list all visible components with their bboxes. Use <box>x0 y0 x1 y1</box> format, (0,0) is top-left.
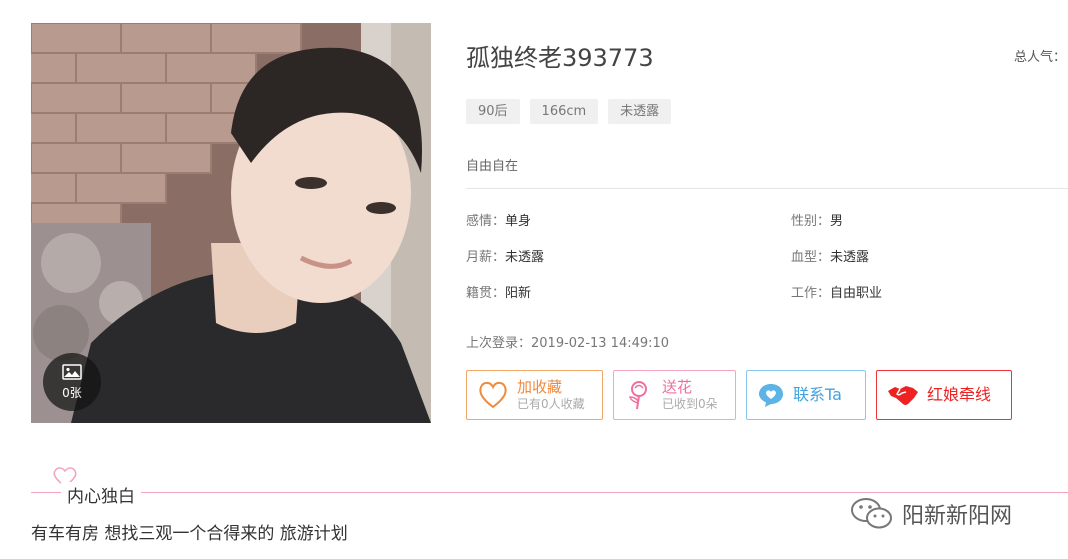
info-key: 工作： <box>791 286 831 301</box>
flower-label: 送花 <box>662 378 693 396</box>
info-value: 自由职业 <box>830 286 883 301</box>
popularity-label: 总人气： <box>1013 50 1066 65</box>
chat-heart-icon <box>757 381 785 409</box>
info-hometown: 籍贯：阳新 <box>466 282 531 301</box>
info-value: 阳新 <box>505 286 532 301</box>
photo-count-badge[interactable]: 0张 <box>43 353 101 411</box>
profile-motto: 自由自在 <box>466 159 519 174</box>
info-value: 单身 <box>505 214 532 229</box>
divider <box>466 188 1068 189</box>
info-key: 感情： <box>466 214 506 229</box>
info-emotion: 感情：单身 <box>466 210 531 229</box>
matchmaker-label: 红娘牵线 <box>927 385 992 404</box>
tag-age: 90后 <box>466 99 520 124</box>
tag-height: 166cm <box>529 99 599 124</box>
info-value: 未透露 <box>505 250 545 265</box>
contact-button[interactable]: 联系Ta <box>746 370 866 420</box>
handshake-icon <box>887 383 919 407</box>
info-key: 性别： <box>791 214 831 229</box>
contact-label: 联系Ta <box>793 385 842 404</box>
info-key: 血型： <box>791 250 831 265</box>
info-blood: 血型：未透露 <box>791 246 869 265</box>
wechat-icon <box>850 497 894 531</box>
favorite-count: 已有0人收藏 <box>517 397 585 411</box>
info-job: 工作：自由职业 <box>791 282 882 301</box>
info-value: 未透露 <box>830 250 870 265</box>
profile-tags: 90后 166cm 未透露 <box>466 99 672 124</box>
info-value: 男 <box>830 214 844 229</box>
section-divider <box>31 492 1068 493</box>
watermark-text: 阳新新阳网 <box>902 504 1013 529</box>
favorite-button[interactable]: 加收藏 已有0人收藏 <box>466 370 603 420</box>
flower-count: 已收到0朵 <box>662 397 718 411</box>
info-key: 月薪： <box>466 250 506 265</box>
heart-icon <box>477 380 509 410</box>
last-login: 上次登录：2019-02-13 14:49:10 <box>466 336 670 351</box>
favorite-label: 加收藏 <box>517 378 563 396</box>
rose-icon <box>624 379 654 411</box>
wechat-watermark: 阳新新阳网 <box>850 497 1012 531</box>
info-salary: 月薪：未透露 <box>466 246 544 265</box>
matchmaker-button[interactable]: 红娘牵线 <box>876 370 1012 420</box>
image-icon <box>62 363 82 380</box>
tag-other: 未透露 <box>608 99 672 124</box>
photo-count: 0张 <box>62 385 82 400</box>
bio-text: 有车有房 想找三观一个合得来的 旅游计划 <box>31 524 348 544</box>
profile-photo[interactable]: 0张 <box>31 23 431 423</box>
profile-name: 孤独终老393773 <box>466 44 654 72</box>
info-key: 籍贯： <box>466 286 506 301</box>
section-title: 内心独白 <box>61 482 141 507</box>
send-flower-button[interactable]: 送花 已收到0朵 <box>613 370 736 420</box>
info-gender: 性别：男 <box>791 210 843 229</box>
